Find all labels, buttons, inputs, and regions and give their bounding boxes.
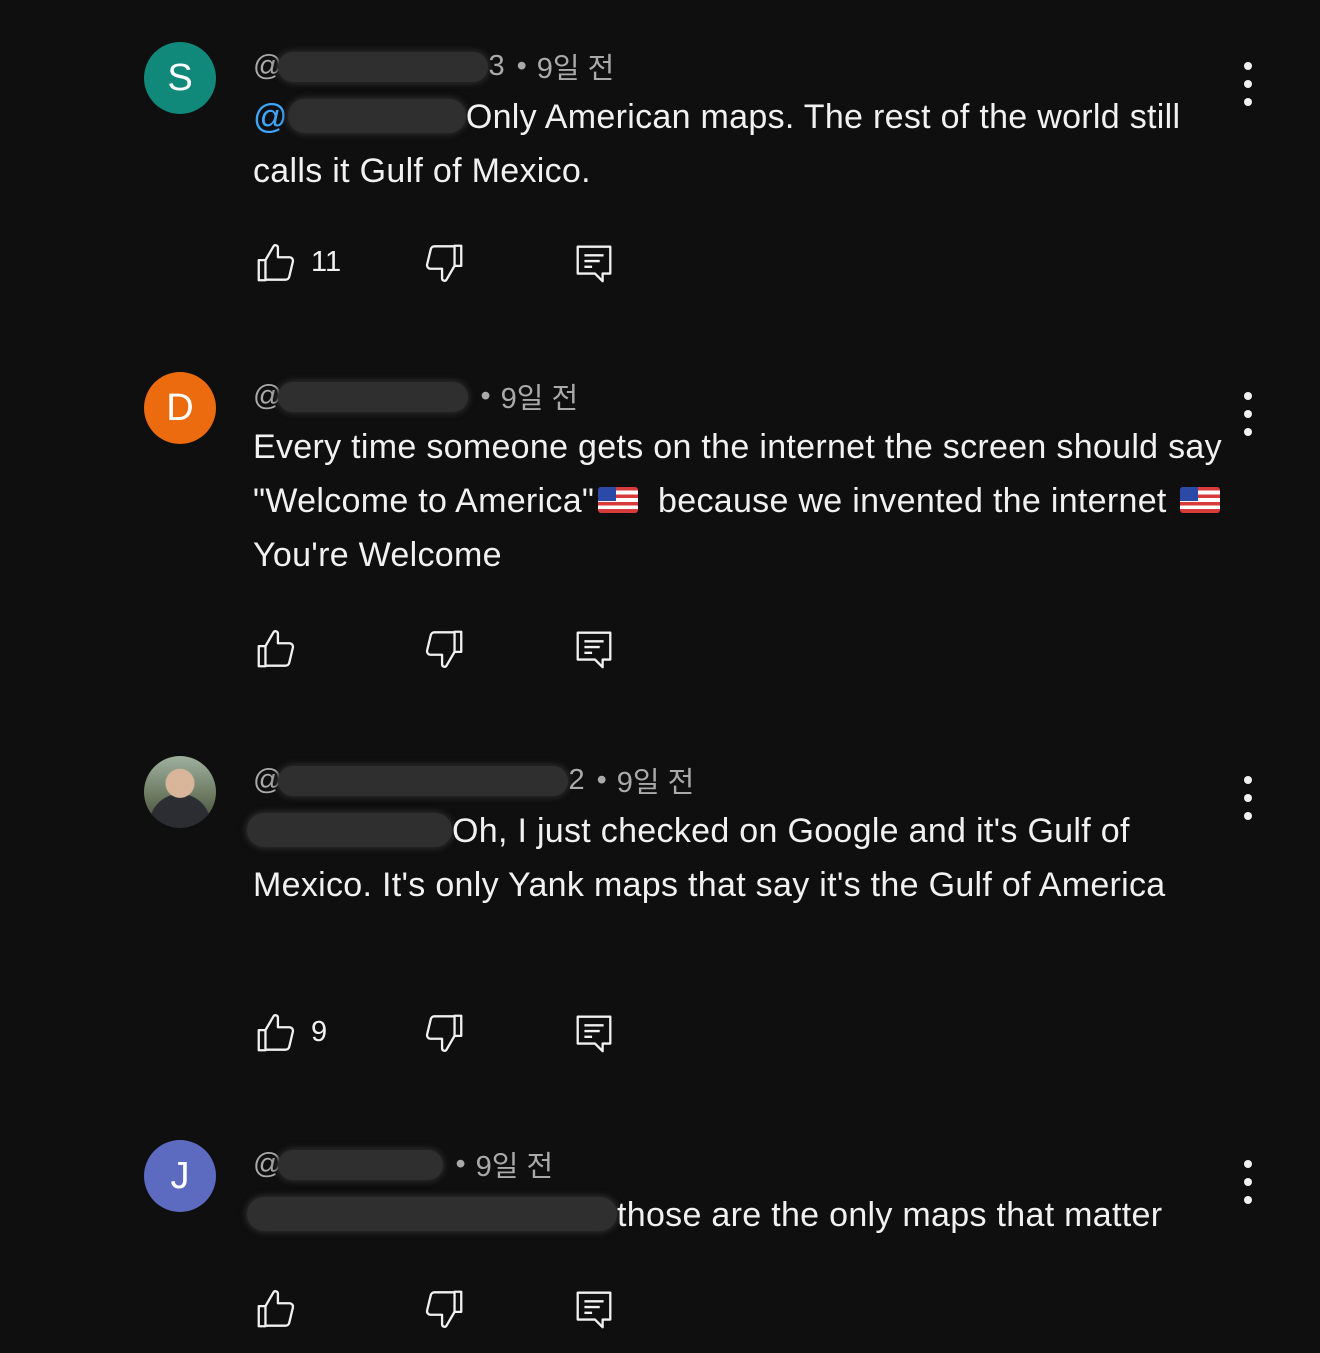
thumbs-up-icon[interactable]: [253, 1286, 299, 1332]
redacted-mention: [247, 1197, 617, 1232]
comment-meta: @3 • 9일 전: [253, 46, 614, 86]
author-handle[interactable]: @2: [253, 764, 585, 797]
comment-text: those are the only maps that matter: [617, 1196, 1163, 1234]
redacted-mention: [247, 813, 452, 848]
avatar[interactable]: D: [144, 372, 216, 444]
comment-actions: [253, 626, 653, 676]
comment-text-part3: You're Welcome: [253, 536, 502, 574]
more-options-button[interactable]: [1232, 1156, 1264, 1208]
comment-time: 9일 전: [616, 767, 695, 799]
reply-comment-icon[interactable]: [571, 1286, 617, 1332]
comment-actions: [253, 1286, 653, 1336]
mention-prefix: @: [253, 98, 288, 136]
redacted-handle: [278, 381, 469, 412]
reply-comment-icon[interactable]: [571, 626, 617, 672]
like-count: 11: [311, 246, 342, 278]
separator-dot: •: [455, 1147, 466, 1180]
redacted-handle: [278, 1149, 444, 1180]
redacted-handle: [278, 765, 569, 796]
mention-link[interactable]: [247, 812, 452, 850]
comment-meta: @2 • 9일 전: [253, 760, 694, 800]
handle-suffix: 3: [488, 49, 505, 82]
thumbs-up-icon[interactable]: [253, 240, 299, 286]
avatar[interactable]: J: [144, 1140, 216, 1212]
us-flag-emoji: [1180, 487, 1221, 514]
comment-text-part2: because we invented the internet: [658, 482, 1167, 520]
redacted-mention: [287, 99, 466, 134]
separator-dot: •: [596, 763, 607, 796]
avatar[interactable]: [144, 756, 216, 828]
separator-dot: •: [516, 49, 527, 82]
comment-time: 9일 전: [500, 383, 579, 415]
author-handle[interactable]: @3: [253, 50, 505, 83]
redacted-handle: [278, 51, 489, 82]
comment-meta: @ • 9일 전: [253, 376, 578, 416]
comment-time: 9일 전: [536, 53, 615, 85]
thumbs-down-icon[interactable]: [421, 626, 467, 672]
comment-body: those are the only maps that matter: [247, 1188, 1243, 1242]
comment-body: @ Only American maps. The rest of the wor…: [253, 90, 1243, 198]
more-options-button[interactable]: [1232, 58, 1264, 110]
comment-actions: 9: [253, 1010, 653, 1060]
more-options-button[interactable]: [1232, 388, 1264, 440]
avatar[interactable]: S: [144, 42, 216, 114]
thumbs-down-icon[interactable]: [421, 1010, 467, 1056]
handle-suffix: 2: [568, 763, 585, 796]
thumbs-down-icon[interactable]: [421, 1286, 467, 1332]
author-handle[interactable]: @: [253, 1148, 444, 1181]
more-options-button[interactable]: [1232, 772, 1264, 824]
mention-link[interactable]: @: [253, 98, 466, 136]
us-flag-emoji: [598, 487, 639, 514]
reply-comment-icon[interactable]: [571, 1010, 617, 1056]
thumbs-up-icon[interactable]: [253, 626, 299, 672]
comment-actions: 11: [253, 240, 653, 290]
comment-body: Oh, I just checked on Google and it's Gu…: [247, 804, 1243, 912]
reply-comment-icon[interactable]: [571, 240, 617, 286]
comment-time: 9일 전: [475, 1151, 554, 1183]
comment-meta: @ • 9일 전: [253, 1144, 553, 1184]
thumbs-up-icon[interactable]: [253, 1010, 299, 1056]
author-handle[interactable]: @: [253, 380, 469, 413]
mention-link[interactable]: [247, 1196, 617, 1234]
comment-body: Every time someone gets on the internet …: [253, 420, 1243, 582]
thumbs-down-icon[interactable]: [421, 240, 467, 286]
like-count: 9: [311, 1016, 328, 1048]
separator-dot: •: [480, 379, 491, 412]
